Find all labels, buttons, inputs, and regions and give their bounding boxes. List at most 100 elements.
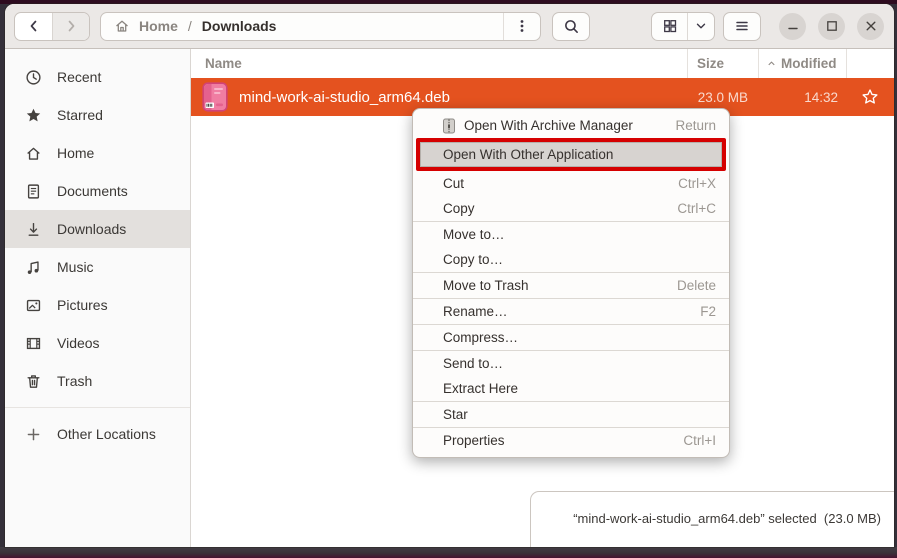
file-size: 23.0 MB [687, 90, 758, 105]
menu-item-star[interactable]: Star [413, 402, 729, 427]
menu-item-compress[interactable]: Compress… [413, 325, 729, 350]
menu-item-label: Open With Other Application [443, 147, 613, 162]
app-menu-button[interactable] [723, 12, 761, 41]
downloads-icon [25, 221, 42, 238]
annotated-menu-item-wrap: Open With Other Application [413, 142, 729, 167]
menu-item-open-with-archive-manager[interactable]: Open With Archive Manager Return [413, 113, 729, 138]
pictures-icon [25, 297, 42, 314]
menu-item-accel: Ctrl+C [677, 201, 716, 216]
file-modified: 14:32 [758, 90, 846, 105]
menu-item-label: Move to Trash [443, 278, 529, 293]
menu-item-extract-here[interactable]: Extract Here [413, 376, 729, 401]
minimize-icon [787, 20, 799, 32]
column-header-star[interactable] [846, 49, 894, 78]
sidebar-item-music[interactable]: Music [5, 248, 190, 286]
breadcrumb-current[interactable]: Downloads [202, 18, 277, 34]
menu-item-copy[interactable]: Copy Ctrl+C [413, 196, 729, 221]
menu-item-label: Open With Archive Manager [464, 118, 633, 133]
close-icon [865, 20, 877, 32]
sidebar-item-label: Pictures [57, 297, 108, 313]
menu-item-label: Send to… [443, 356, 503, 371]
maximize-icon [826, 20, 838, 32]
window-body: Recent Starred Home Documents Downloads … [5, 49, 894, 547]
file-name: mind-work-ai-studio_arm64.deb [239, 89, 450, 106]
plus-icon [25, 426, 42, 443]
list-header: Name Size Modified [191, 49, 894, 78]
search-button[interactable] [552, 12, 590, 41]
chevron-down-icon [694, 19, 708, 33]
menu-item-open-with-other-application[interactable]: Open With Other Application [420, 142, 722, 167]
sidebar-item-label: Home [57, 145, 94, 161]
documents-icon [25, 183, 42, 200]
column-header-size[interactable]: Size [687, 49, 758, 78]
view-options-dropdown[interactable] [688, 13, 714, 40]
sidebar-item-label: Documents [57, 183, 128, 199]
back-button[interactable] [15, 13, 52, 40]
star-toggle[interactable] [846, 88, 894, 106]
forward-button[interactable] [52, 13, 89, 40]
sidebar-item-label: Videos [57, 335, 100, 351]
menu-item-cut[interactable]: Cut Ctrl+X [413, 171, 729, 196]
menu-item-label: Properties [443, 433, 505, 448]
menu-item-properties[interactable]: Properties Ctrl+I [413, 428, 729, 453]
menu-item-accel: Return [675, 118, 716, 133]
column-header-name[interactable]: Name [191, 49, 687, 78]
sort-ascending-icon [766, 58, 777, 69]
menu-item-accel: Ctrl+X [678, 176, 716, 191]
sidebar-item-home[interactable]: Home [5, 134, 190, 172]
menu-item-label: Copy [443, 201, 475, 216]
path-bar[interactable]: Home / Downloads [100, 12, 541, 41]
menu-item-label: Cut [443, 176, 464, 191]
grid-view-button[interactable] [652, 13, 688, 40]
menu-item-accel: Ctrl+I [683, 433, 716, 448]
sidebar-item-documents[interactable]: Documents [5, 172, 190, 210]
sidebar-item-label: Trash [57, 373, 92, 389]
sidebar-item-label: Recent [57, 69, 101, 85]
context-menu: Open With Archive Manager Return Open Wi… [412, 108, 730, 458]
search-icon [563, 18, 580, 35]
titlebar: Home / Downloads [5, 4, 894, 49]
menu-item-send-to[interactable]: Send to… [413, 351, 729, 376]
sidebar-item-starred[interactable]: Starred [5, 96, 190, 134]
music-icon [25, 259, 42, 276]
maximize-button[interactable] [818, 13, 845, 40]
hamburger-icon [734, 18, 750, 34]
sidebar-item-label: Music [57, 259, 94, 275]
breadcrumb-separator: / [188, 18, 192, 34]
selection-status-bar: “mind-work-ai-studio_arm64.deb” selected… [530, 491, 894, 547]
menu-item-accel: Delete [677, 278, 716, 293]
menu-item-label: Compress… [443, 330, 518, 345]
column-header-modified[interactable]: Modified [758, 49, 846, 78]
sidebar-item-recent[interactable]: Recent [5, 58, 190, 96]
sidebar-item-videos[interactable]: Videos [5, 324, 190, 362]
minimize-button[interactable] [779, 13, 806, 40]
menu-item-label: Copy to… [443, 252, 503, 267]
menu-item-label: Extract Here [443, 381, 518, 396]
menu-item-move-to-trash[interactable]: Move to Trash Delete [413, 273, 729, 298]
sidebar-item-pictures[interactable]: Pictures [5, 286, 190, 324]
sidebar-item-downloads[interactable]: Downloads [5, 210, 190, 248]
menu-item-move-to[interactable]: Move to… [413, 222, 729, 247]
nav-button-group [14, 12, 90, 41]
sidebar-item-label: Downloads [57, 221, 126, 237]
sidebar: Recent Starred Home Documents Downloads … [5, 49, 191, 547]
deb-package-icon [202, 82, 228, 112]
sidebar-item-trash[interactable]: Trash [5, 362, 190, 400]
menu-item-accel: F2 [700, 304, 716, 319]
chevron-right-icon [63, 18, 79, 34]
breadcrumb-home[interactable]: Home [139, 18, 178, 34]
view-toggle-split-button [651, 12, 715, 41]
videos-icon [25, 335, 42, 352]
home-icon [25, 145, 42, 162]
sidebar-item-other-locations[interactable]: Other Locations [5, 415, 190, 453]
desktop-edge-bottom [0, 547, 897, 558]
close-button[interactable] [857, 13, 884, 40]
files-window: Home / Downloads [5, 4, 894, 547]
menu-item-label: Star [443, 407, 468, 422]
menu-item-copy-to[interactable]: Copy to… [413, 247, 729, 272]
star-outline-icon [861, 88, 879, 106]
grid-view-icon [662, 18, 678, 34]
sidebar-separator [5, 407, 190, 408]
menu-item-rename[interactable]: Rename… F2 [413, 299, 729, 324]
location-menu-button[interactable] [503, 13, 540, 40]
